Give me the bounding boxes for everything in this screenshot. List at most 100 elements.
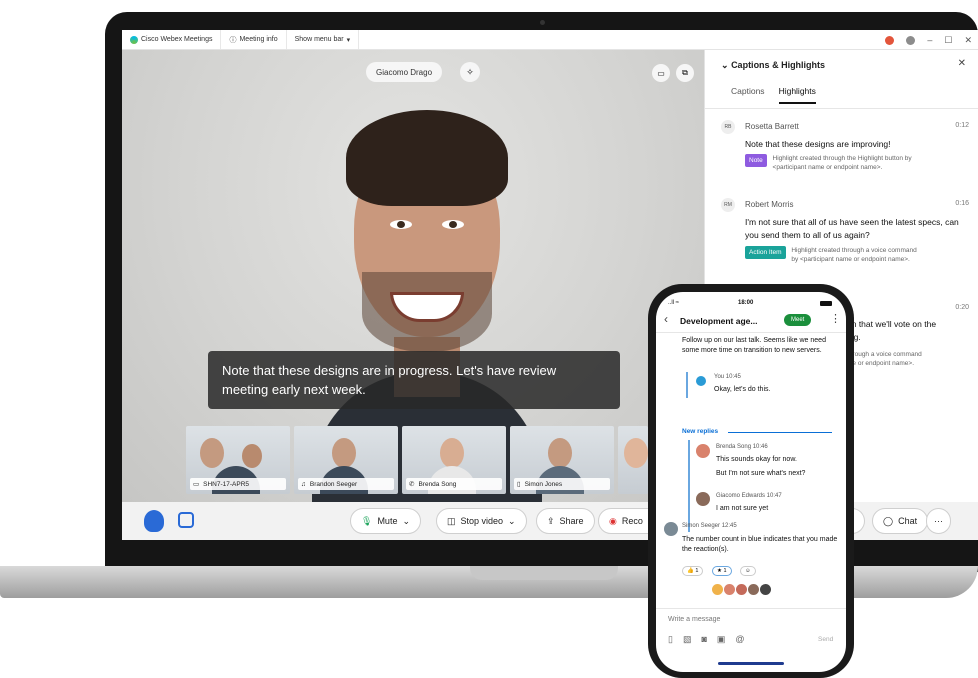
thumbnail-name: SHN7-17-APR5 <box>203 480 250 488</box>
phone-icon: ✆ <box>409 481 415 488</box>
chevron-down-icon[interactable]: ⌄ <box>402 516 410 527</box>
pin-icon[interactable]: ✧ <box>460 62 480 82</box>
add-reaction-icon[interactable]: ☺ <box>740 566 756 576</box>
share-icon: ⇪ <box>547 515 555 526</box>
message-meta: You 10:45 <box>714 374 741 380</box>
mobile-phone: ..ll ≈ 18:00 ‹ Development age... Meet ⋮… <box>648 284 854 678</box>
popout-icon[interactable]: ⧉ <box>676 64 694 82</box>
active-speaker-video: Giacomo Drago ✧ ▭ ⧉ Note that these desi… <box>122 50 704 502</box>
chevron-down-icon: ▾ <box>346 36 351 44</box>
battery-icon <box>820 301 832 306</box>
webex-assistant-icon[interactable] <box>144 510 164 532</box>
thread-bar <box>686 372 688 398</box>
tab-captions[interactable]: Captions <box>731 86 765 104</box>
read-receipt-avatar <box>712 584 723 595</box>
show-menu-bar-label: Show menu bar <box>294 36 344 43</box>
speaker-name: Rosetta Barrett <box>745 122 799 131</box>
home-indicator <box>718 662 784 665</box>
speaker-portrait <box>302 102 552 502</box>
composer-toolbar: ▯ ▧ ◙ ▣ @ <box>668 634 745 645</box>
meet-button[interactable]: Meet <box>784 314 812 326</box>
video-camera-icon: ◫ <box>447 515 456 526</box>
chevron-down-icon[interactable]: ⌄ <box>508 516 516 527</box>
avatar <box>696 376 706 386</box>
highlight-meta: Action Item Highlight created through a … <box>745 246 967 264</box>
thumbnail-face <box>440 438 464 468</box>
share-label: Share <box>559 516 584 526</box>
record-icon: ◉ <box>609 515 617 526</box>
webex-logo-icon <box>130 35 138 44</box>
headset-icon: ♫ <box>301 480 306 488</box>
avatar: RM <box>721 198 735 212</box>
read-receipt-avatar <box>760 584 771 595</box>
signal-wifi-icon: ..ll ≈ <box>668 300 679 306</box>
file-icon[interactable]: ▯ <box>668 634 673 645</box>
panel-close-button[interactable]: ✕ <box>958 58 966 69</box>
status-time: 18:00 <box>738 300 754 306</box>
thumbnail-label: ✆ Brenda Song <box>406 478 502 490</box>
mute-button[interactable]: 🎙 Mute ⌄ <box>350 508 421 534</box>
chat-label: Chat <box>898 516 918 526</box>
thumbnail-room[interactable]: ▭ SHN7-17-APR5 <box>186 426 290 494</box>
user-avatar[interactable] <box>906 35 916 45</box>
panel-tabs: Captions Highlights <box>731 86 816 104</box>
thumbnail-brandon[interactable]: ♫ Brandon Seeger <box>294 426 398 494</box>
back-arrow-icon[interactable]: ‹ <box>664 312 668 326</box>
thumbnail-name: Brandon Seeger <box>309 480 358 488</box>
minimize-button[interactable]: – <box>927 35 932 45</box>
highlight-meta: through a voice command me or endpoint n… <box>847 350 969 368</box>
more-options-button[interactable]: ··· <box>926 508 951 534</box>
record-button[interactable]: ◉ Reco <box>598 508 654 534</box>
thumbnail-face <box>242 444 262 468</box>
highlight-meta-text: Highlight created through a voice comman… <box>791 247 917 263</box>
highlight-text-line: on that we'll vote on the <box>847 319 937 329</box>
highlight-entry[interactable]: RB Rosetta Barrett 0:12 Note that these … <box>721 120 969 190</box>
tab-highlights[interactable]: Highlights <box>778 86 816 104</box>
message-meta: Brenda Song 10:46 <box>716 444 768 450</box>
new-replies-label: New replies <box>682 428 719 435</box>
mute-label: Mute <box>377 516 398 526</box>
whiteboard-icon[interactable]: ▣ <box>717 634 726 645</box>
notification-icon[interactable] <box>885 35 895 45</box>
messages-icon[interactable] <box>178 512 194 528</box>
highlight-entry[interactable]: RM Robert Morris 0:16 I'm not sure that … <box>721 198 969 298</box>
highlight-meta-text: Highlight created through the Highlight … <box>772 155 912 171</box>
reaction-chip[interactable]: ★ 1 <box>712 566 732 576</box>
message-text: This sounds okay for now. <box>716 456 797 463</box>
close-window-button[interactable]: ✕ <box>964 35 972 46</box>
header-divider <box>656 332 846 333</box>
message-text: Follow up on our last talk. Seems like w… <box>682 337 826 354</box>
chevron-down-icon[interactable]: ⌄ <box>721 60 729 70</box>
show-menu-bar-button[interactable]: Show menu bar ▾ <box>287 30 360 49</box>
speaker-right-eye <box>442 220 464 229</box>
message-input[interactable]: Write a message <box>668 616 720 623</box>
thumbnail-label: ▭ SHN7-17-APR5 <box>190 478 286 490</box>
webex-mobile-chat: ..ll ≈ 18:00 ‹ Development age... Meet ⋮… <box>656 292 846 672</box>
thumbnail-partial[interactable] <box>618 426 648 494</box>
thumbnail-face <box>200 438 224 468</box>
thumbnail-face <box>332 438 356 468</box>
meeting-info-button[interactable]: ⓘ Meeting info <box>221 30 287 49</box>
maximize-button[interactable]: ☐ <box>944 35 952 46</box>
highlight-text: I'm not sure that all of us have seen th… <box>745 217 959 240</box>
layout-icon[interactable]: ▭ <box>652 64 670 82</box>
thumbnail-name: Simon Jones <box>524 480 563 488</box>
share-button[interactable]: ⇪ Share <box>536 508 595 534</box>
send-button[interactable]: Send <box>818 636 833 643</box>
image-icon[interactable]: ▧ <box>683 634 692 645</box>
thumbnail-simon[interactable]: ▯ Simon Jones <box>510 426 614 494</box>
highlight-text-line: ing. <box>847 331 969 344</box>
thumbnail-name: Brenda Song <box>418 480 457 488</box>
stop-video-button[interactable]: ◫ Stop video ⌄ <box>436 508 527 534</box>
camera-icon[interactable]: ◙ <box>701 634 706 645</box>
more-vertical-icon[interactable]: ⋮ <box>830 312 841 325</box>
mention-icon[interactable]: @ <box>735 634 744 645</box>
app-name-label: Cisco Webex Meetings <box>141 36 213 43</box>
chat-title: Development age... <box>680 316 758 326</box>
thumbnail-label: ♫ Brandon Seeger <box>298 478 394 490</box>
reaction-chip[interactable]: 👍 1 <box>682 566 704 576</box>
chat-button[interactable]: ◯ Chat <box>872 508 929 534</box>
avatar <box>664 522 678 536</box>
panel-title-text: Captions & Highlights <box>731 60 826 70</box>
thumbnail-brenda[interactable]: ✆ Brenda Song <box>402 426 506 494</box>
